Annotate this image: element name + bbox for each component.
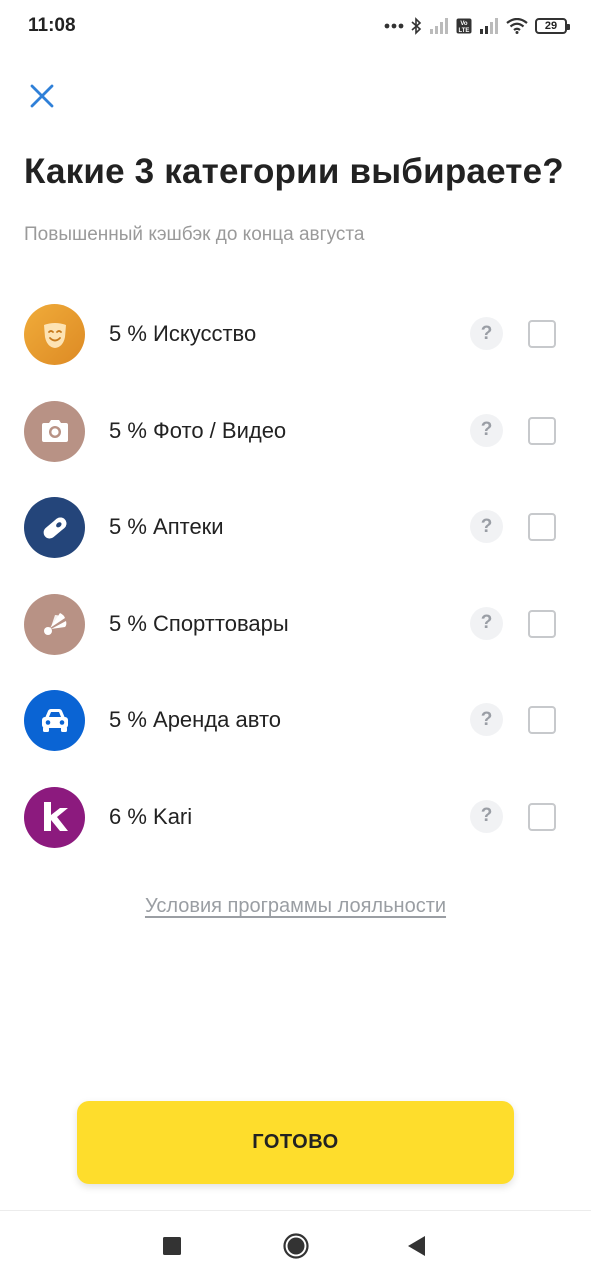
home-icon [283, 1233, 309, 1259]
category-row-photo-video[interactable]: 5 % Фото / Видео ? [0, 384, 591, 481]
category-row-car-rental[interactable]: 5 % Аренда авто ? [0, 673, 591, 770]
help-button[interactable]: ? [470, 413, 503, 447]
home-button[interactable] [276, 1211, 316, 1281]
category-label: 6 % Kari [109, 803, 193, 829]
category-row-pharmacy[interactable]: 5 % Аптеки ? [0, 480, 591, 577]
car-icon [24, 690, 85, 751]
system-nav-bar [0, 1210, 591, 1281]
svg-text:Vo: Vo [460, 21, 468, 27]
category-label: 5 % Спорттовары [109, 610, 289, 636]
recent-apps-icon [163, 1237, 181, 1255]
signal-icon [480, 18, 498, 34]
svg-text:LTE: LTE [459, 28, 470, 34]
close-button[interactable] [26, 80, 58, 112]
category-checkbox[interactable] [528, 416, 556, 445]
signal-icon [430, 18, 448, 34]
dots-icon [384, 23, 404, 29]
category-label: 5 % Фото / Видео [109, 417, 287, 443]
help-button[interactable]: ? [470, 703, 503, 736]
back-icon [408, 1236, 425, 1256]
close-icon [30, 84, 54, 108]
help-button[interactable]: ? [470, 799, 503, 833]
page-subtitle: Повышенный кэшбэк до конца августа [24, 224, 365, 245]
kari-logo-icon [24, 786, 85, 848]
category-label: 5 % Искусство [109, 321, 257, 346]
recent-apps-button[interactable] [152, 1211, 192, 1281]
page-title: Какие 3 категории выбираете? [24, 152, 564, 191]
category-label: 5 % Аптеки [109, 514, 224, 539]
volte-icon: VoLTE [456, 18, 472, 34]
category-checkbox[interactable] [528, 802, 556, 831]
theater-mask-icon [24, 304, 85, 365]
status-time: 11:08 [28, 15, 76, 36]
help-button[interactable]: ? [470, 317, 503, 350]
shuttlecock-icon [24, 593, 85, 655]
category-label: 5 % Аренда авто [109, 707, 282, 732]
help-button[interactable]: ? [470, 606, 503, 640]
category-checkbox[interactable] [528, 513, 556, 541]
category-checkbox[interactable] [528, 320, 556, 348]
category-list: 5 % Искусство ? 5 % Фото / Видео ? 5 % А… [0, 287, 591, 866]
category-checkbox[interactable] [528, 706, 556, 734]
loyalty-terms-link[interactable]: Условия программы лояльности [0, 895, 591, 918]
help-button[interactable]: ? [470, 510, 503, 543]
back-button[interactable] [397, 1211, 437, 1281]
bluetooth-icon [411, 17, 422, 35]
category-checkbox[interactable] [528, 609, 556, 638]
camera-icon [24, 400, 85, 462]
battery-icon: 29 [535, 18, 570, 34]
status-icons: Vo LTE 29 [384, 14, 570, 38]
pill-icon [24, 497, 85, 558]
wifi-icon [506, 18, 528, 34]
category-row-art[interactable]: 5 % Искусство ? [0, 287, 591, 384]
category-row-kari[interactable]: 6 % Kari ? [0, 770, 591, 867]
category-row-sports[interactable]: 5 % Спорттовары ? [0, 577, 591, 674]
done-button[interactable]: ГОТОВО [77, 1101, 514, 1184]
status-bar: 11:08 Vo LTE 29 [0, 0, 591, 54]
